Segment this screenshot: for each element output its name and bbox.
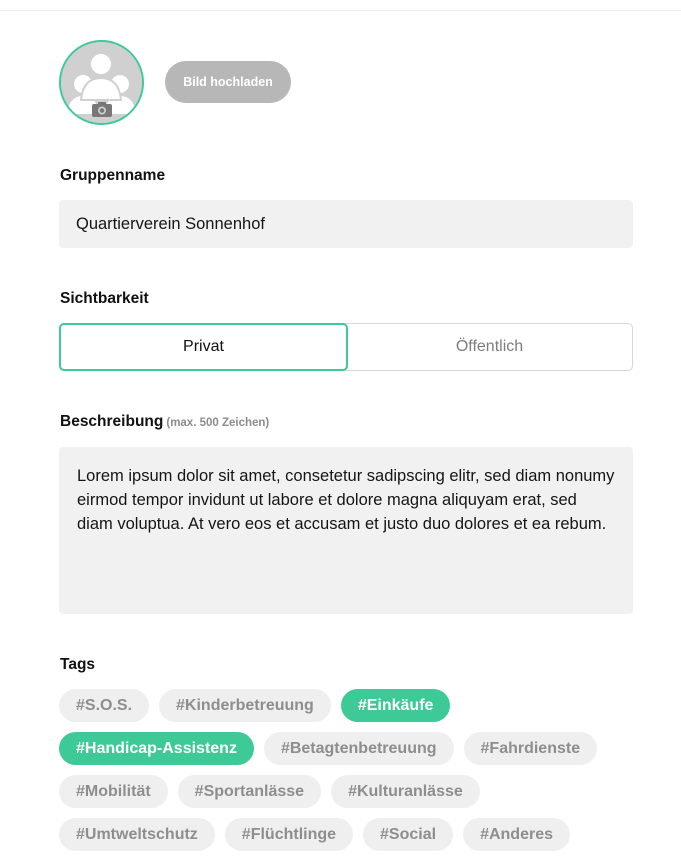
camera-icon <box>92 102 112 117</box>
tags-label: Tags <box>60 656 96 673</box>
tag-umweltschutz[interactable]: #Umtweltschutz <box>59 818 215 851</box>
group-name-input[interactable]: Quartierverein Sonnenhof <box>59 200 633 248</box>
tag-sportanlaesse[interactable]: #Sportanlässe <box>177 775 322 808</box>
tag-row: #Mobilität #Sportanlässe #Kulturanlässe <box>59 775 659 808</box>
tag-anderes[interactable]: #Anderes <box>463 818 570 851</box>
description-label: Beschreibung (max. 500 Zeichen) <box>60 413 269 431</box>
description-limit-hint: (max. 500 Zeichen) <box>166 417 270 429</box>
tag-list: #S.O.S. #Kinderbetreuung #Einkäufe #Hand… <box>59 689 659 861</box>
top-divider <box>0 10 681 11</box>
tag-kulturanlaesse[interactable]: #Kulturanlässe <box>331 775 480 808</box>
visibility-option-public[interactable]: Öffentlich <box>347 324 632 370</box>
tag-row: #Umtweltschutz #Flüchtlinge #Social #And… <box>59 818 659 851</box>
group-avatar[interactable] <box>59 40 144 125</box>
visibility-toggle: Privat Öffentlich <box>59 323 633 371</box>
tag-mobilitaet[interactable]: #Mobilität <box>59 775 168 808</box>
tag-kinderbetreuung[interactable]: #Kinderbetreuung <box>159 689 331 722</box>
tag-row: #S.O.S. #Kinderbetreuung #Einkäufe <box>59 689 659 722</box>
visibility-option-private[interactable]: Privat <box>59 323 348 371</box>
description-textarea[interactable]: Lorem ipsum dolor sit amet, consetetur s… <box>59 447 633 614</box>
tag-einkaeufe[interactable]: #Einkäufe <box>340 689 451 722</box>
tag-fluechtlinge[interactable]: #Flüchtlinge <box>224 818 354 851</box>
tag-row: #Handicap-Assistenz #Betagtenbetreuung #… <box>59 732 659 765</box>
tag-sos[interactable]: #S.O.S. <box>59 689 150 722</box>
tag-social[interactable]: #Social <box>363 818 454 851</box>
tag-handicap-assistenz[interactable]: #Handicap-Assistenz <box>59 732 254 765</box>
visibility-label: Sichtbarkeit <box>60 290 149 307</box>
group-name-label: Gruppenname <box>60 167 166 184</box>
upload-image-button[interactable]: Bild hochladen <box>165 61 291 103</box>
tag-betagtenbetreuung[interactable]: #Betagtenbetreuung <box>263 732 454 765</box>
tag-fahrdienste[interactable]: #Fahrdienste <box>463 732 598 765</box>
description-label-text: Beschreibung <box>60 413 164 430</box>
